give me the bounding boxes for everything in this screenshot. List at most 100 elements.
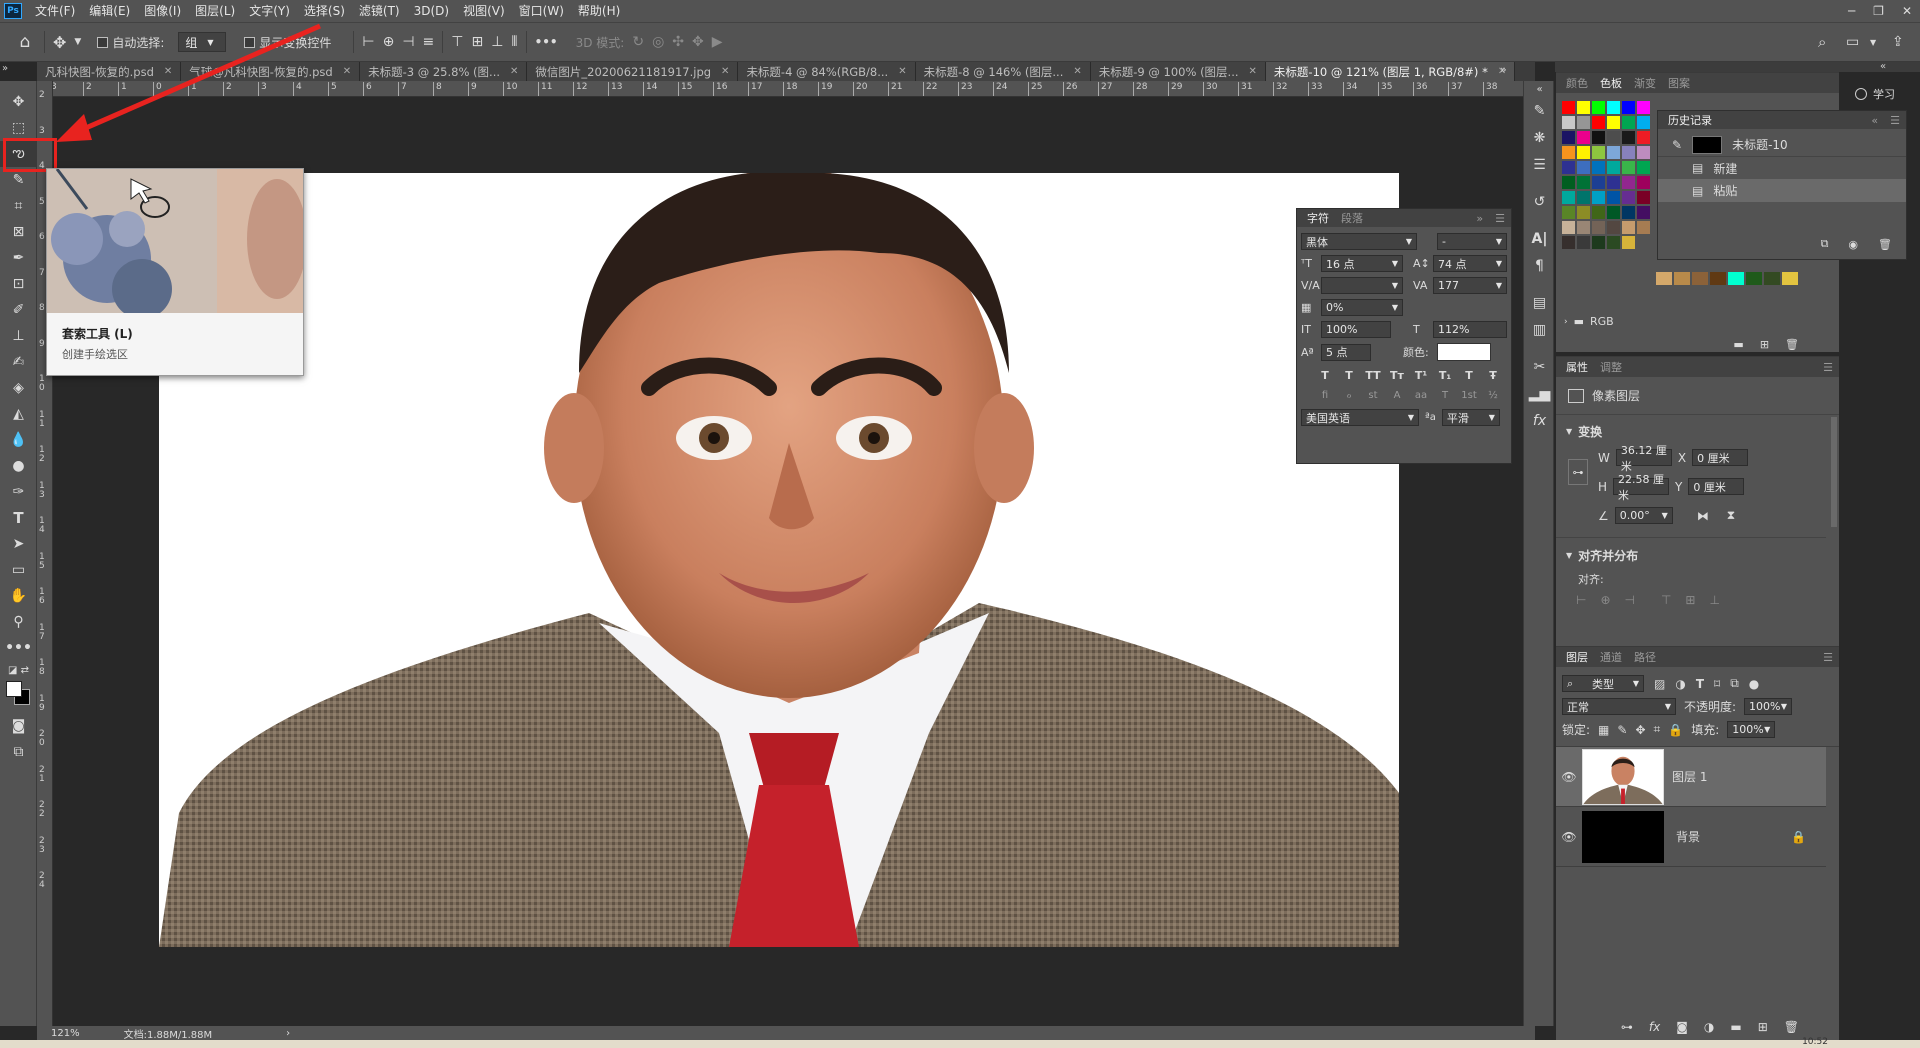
menu-type[interactable]: 文字(Y)	[242, 0, 297, 22]
delete-icon[interactable]: 🗑	[1784, 1020, 1799, 1034]
properties-scrollbar[interactable]	[1831, 417, 1837, 527]
color-swatch[interactable]	[1622, 206, 1635, 219]
tracking-input[interactable]: 177 ▼	[1433, 277, 1507, 294]
shape-tool[interactable]: ▭	[0, 557, 37, 583]
color-swatch[interactable]	[1637, 101, 1650, 114]
opentype-button[interactable]: 1st	[1457, 390, 1481, 401]
distribute-vertical-icon[interactable]: ⦀	[511, 34, 517, 50]
opentype-button[interactable]: T	[1433, 390, 1457, 401]
layer-row[interactable]: 👁 图层 1	[1556, 747, 1826, 807]
tab-color[interactable]: 颜色	[1566, 75, 1588, 91]
horizontal-scale-input[interactable]: 112%	[1433, 321, 1507, 338]
align-middle-icon[interactable]: ⊞	[471, 34, 483, 50]
document-tab[interactable]: 未标题-8 @ 146% (图层... ✕	[915, 62, 1091, 81]
baseline-input[interactable]: 5 点	[1321, 343, 1371, 361]
lock-artboard-icon[interactable]: ⌗	[1654, 722, 1661, 737]
text-style-button[interactable]: T	[1313, 369, 1337, 382]
flip-horizontal-icon[interactable]: ⧓	[1697, 509, 1709, 523]
text-style-button[interactable]: T₁	[1433, 369, 1457, 382]
close-icon[interactable]: ✕	[1902, 4, 1912, 18]
crop-tool[interactable]: ⌗	[0, 193, 37, 219]
text-style-button[interactable]: T	[1457, 369, 1481, 382]
menu-3d[interactable]: 3D(D)	[407, 0, 456, 22]
color-swatch[interactable]	[1577, 236, 1590, 249]
color-swatch[interactable]	[1607, 161, 1620, 174]
opacity-input[interactable]: 100% ▼	[1744, 698, 1793, 715]
path-select-tool[interactable]: ➤	[0, 531, 37, 557]
color-swatch[interactable]	[1637, 131, 1650, 144]
layer-row[interactable]: 👁 背景 🔒	[1556, 807, 1826, 867]
color-swatch[interactable]	[1674, 272, 1690, 285]
tab-properties[interactable]: 属性	[1566, 359, 1588, 375]
swatch-group-rgb[interactable]: › ▬ RGB	[1564, 315, 1614, 328]
styles-icon[interactable]: fx	[1524, 408, 1555, 435]
blur-tool[interactable]: 💧	[0, 427, 37, 453]
color-swatch[interactable]	[1637, 146, 1650, 159]
color-swatch[interactable]	[1592, 191, 1605, 204]
color-swatch[interactable]	[1637, 206, 1650, 219]
color-swatch[interactable]	[1607, 176, 1620, 189]
filter-pixel-icon[interactable]: ▨	[1654, 677, 1665, 691]
default-colors-icon[interactable]: ◪ ⇄	[0, 661, 37, 679]
tab-adjustments[interactable]: 调整	[1600, 359, 1622, 375]
tab-patterns[interactable]: 图案	[1668, 75, 1690, 91]
menu-filter[interactable]: 滤镜(T)	[352, 0, 407, 22]
align-center-icon[interactable]: ⊕	[383, 34, 395, 50]
color-swatch[interactable]	[1577, 206, 1590, 219]
minimize-icon[interactable]: ─	[1848, 4, 1855, 18]
color-swatch[interactable]	[1622, 161, 1635, 174]
color-swatch[interactable]	[1622, 221, 1635, 234]
tab-close-icon[interactable]: ✕	[1249, 66, 1257, 77]
status-menu-arrow[interactable]: ›	[286, 1028, 290, 1039]
color-swatch[interactable]	[1592, 221, 1605, 234]
history-item[interactable]: ▤ 新建	[1658, 156, 1906, 179]
restore-icon[interactable]: ❐	[1873, 4, 1884, 18]
opentype-button[interactable]: A	[1385, 390, 1409, 401]
color-swatch[interactable]	[1577, 221, 1590, 234]
zoom-tool[interactable]: ⚲	[0, 609, 37, 635]
tab-paragraph[interactable]: 段落	[1341, 210, 1363, 226]
add-mask-icon[interactable]: ◙	[1676, 1020, 1688, 1034]
color-swatch[interactable]	[1592, 116, 1605, 129]
filter-adjust-icon[interactable]: ◑	[1675, 677, 1685, 691]
color-swatch[interactable]	[1592, 236, 1605, 249]
color-swatch[interactable]	[1637, 191, 1650, 204]
search-icon[interactable]: ⌕	[1818, 33, 1826, 51]
filter-smart-icon[interactable]: ⧉	[1730, 676, 1739, 691]
text-style-button[interactable]: TT	[1361, 369, 1385, 382]
color-swatch[interactable]	[1622, 146, 1635, 159]
document-tab[interactable]: 未标题-4 @ 84%(RGB/8... ✕	[738, 62, 916, 81]
align-bottom-icon[interactable]: ⊥	[1709, 593, 1719, 607]
screen-mode-icon[interactable]: ⧉	[0, 739, 37, 765]
lock-position-icon[interactable]: ✥	[1635, 723, 1645, 737]
camera-icon[interactable]: ◉	[1848, 238, 1858, 251]
panel-menu-icon[interactable]: ☰	[1890, 114, 1900, 127]
color-swatch[interactable]	[1562, 146, 1575, 159]
color-swatch[interactable]	[1577, 176, 1590, 189]
tools-icon[interactable]: ✂	[1524, 354, 1555, 381]
color-swatch[interactable]	[1728, 272, 1744, 285]
color-swatch[interactable]	[1622, 236, 1635, 249]
color-swatch[interactable]	[1607, 101, 1620, 114]
home-icon[interactable]: ⌂	[14, 32, 36, 52]
new-layer-icon[interactable]: ⊞	[1758, 1020, 1768, 1034]
color-swatch-fg-bg[interactable]	[0, 679, 37, 713]
chevron-down-icon[interactable]: ▼	[1566, 427, 1572, 436]
type-tool[interactable]: T	[0, 505, 37, 531]
link-icon[interactable]: ⊶	[1568, 459, 1588, 485]
tab-close-icon[interactable]: ✕	[1073, 66, 1081, 77]
gradient-tool[interactable]: ◭	[0, 401, 37, 427]
history-brush-tool[interactable]: ✍	[0, 349, 37, 375]
color-swatch[interactable]	[1562, 161, 1575, 174]
delete-icon[interactable]: 🗑	[1785, 338, 1799, 351]
color-swatch[interactable]	[1710, 272, 1726, 285]
color-swatch[interactable]	[1637, 116, 1650, 129]
distribute-icon[interactable]: ≡	[423, 34, 435, 50]
document-tab[interactable]: 微信图片_20200621181917.jpg ✕	[527, 62, 739, 81]
color-swatch[interactable]	[1782, 272, 1798, 285]
menu-help[interactable]: 帮助(H)	[571, 0, 627, 22]
clone-stamp-tool[interactable]: ⊥	[0, 323, 37, 349]
adjustment-layer-icon[interactable]: ◑	[1704, 1020, 1714, 1034]
history-brush-source-icon[interactable]: ✎	[1672, 138, 1682, 152]
color-swatch[interactable]	[1577, 101, 1590, 114]
